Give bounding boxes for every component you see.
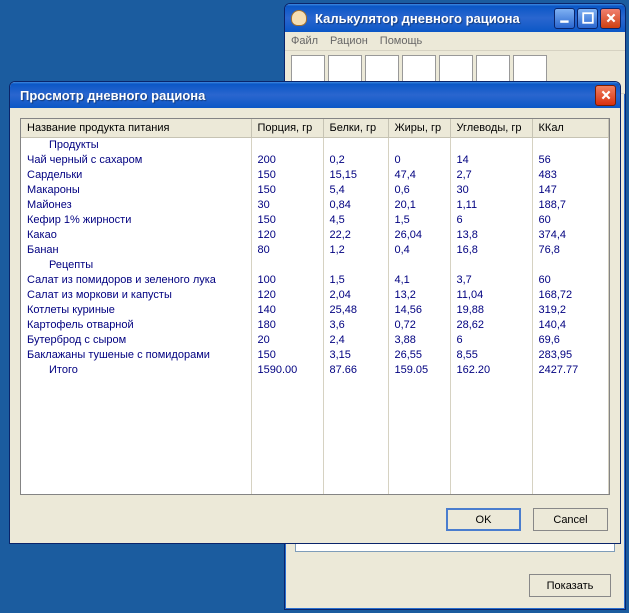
table-header-row: Название продукта питания Порция, гр Бел… <box>21 119 609 138</box>
col-protein[interactable]: Белки, гр <box>323 119 388 138</box>
menu-file[interactable]: Файл <box>291 35 318 47</box>
table-row[interactable]: Макароны1505,40,630147 <box>21 183 609 198</box>
data-grid[interactable]: Название продукта питания Порция, гр Бел… <box>20 118 610 495</box>
menu-help[interactable]: Помощь <box>380 35 423 47</box>
empty-row <box>21 423 609 438</box>
close-icon[interactable] <box>595 85 616 106</box>
table-row[interactable]: Кефир 1% жирности1504,51,5660 <box>21 213 609 228</box>
empty-row <box>21 453 609 468</box>
close-button[interactable] <box>600 8 621 29</box>
table-row[interactable]: Бутерброд с сыром202,43,88669,6 <box>21 333 609 348</box>
back-titlebar: Калькулятор дневного рациона <box>285 4 625 32</box>
menubar: Файл Рацион Помощь <box>285 32 625 51</box>
col-name[interactable]: Название продукта питания <box>21 119 251 138</box>
empty-row <box>21 483 609 496</box>
table-row[interactable]: Баклажаны тушеные с помидорами1503,1526,… <box>21 348 609 363</box>
dialog-body: Название продукта питания Порция, гр Бел… <box>10 108 620 543</box>
total-row: Итого1590.0087.66159.05162.202427.77 <box>21 363 609 378</box>
empty-row <box>21 378 609 393</box>
cancel-button[interactable]: Cancel <box>533 508 608 531</box>
empty-row <box>21 393 609 408</box>
col-fat[interactable]: Жиры, гр <box>388 119 450 138</box>
table-row[interactable]: Чай черный с сахаром2000,201456 <box>21 153 609 168</box>
table-row[interactable]: Банан801,20,416,876,8 <box>21 243 609 258</box>
col-carbs[interactable]: Углеводы, гр <box>450 119 532 138</box>
table-row[interactable]: Салат из моркови и капусты1202,0413,211,… <box>21 288 609 303</box>
table-row[interactable]: Салат из помидоров и зеленого лука1001,5… <box>21 273 609 288</box>
col-portion[interactable]: Порция, гр <box>251 119 323 138</box>
dialog-title: Просмотр дневного рациона <box>16 88 595 103</box>
empty-row <box>21 468 609 483</box>
app-icon <box>291 10 307 26</box>
empty-row <box>21 408 609 423</box>
back-window-title: Калькулятор дневного рациона <box>311 11 554 26</box>
view-ration-dialog: Просмотр дневного рациона Название проду… <box>9 81 621 544</box>
maximize-button[interactable] <box>577 8 598 29</box>
section-row: Продукты <box>21 138 609 153</box>
table-row[interactable]: Майонез300,8420,11,11188,7 <box>21 198 609 213</box>
menu-ration[interactable]: Рацион <box>330 35 368 47</box>
section-row: Рецепты <box>21 258 609 273</box>
table-row[interactable]: Картофель отварной1803,60,7228,62140,4 <box>21 318 609 333</box>
dialog-titlebar: Просмотр дневного рациона <box>10 82 620 108</box>
col-kcal[interactable]: ККал <box>532 119 609 138</box>
table-row[interactable]: Сардельки15015,1547,42,7483 <box>21 168 609 183</box>
ok-button[interactable]: OK <box>446 508 521 531</box>
empty-row <box>21 438 609 453</box>
show-button[interactable]: Показать <box>529 574 611 597</box>
dialog-buttons: OK Cancel <box>446 508 608 531</box>
table-row[interactable]: Котлеты куриные14025,4814,5619,88319,2 <box>21 303 609 318</box>
table-row[interactable]: Какао12022,226,0413,8374,4 <box>21 228 609 243</box>
minimize-button[interactable] <box>554 8 575 29</box>
